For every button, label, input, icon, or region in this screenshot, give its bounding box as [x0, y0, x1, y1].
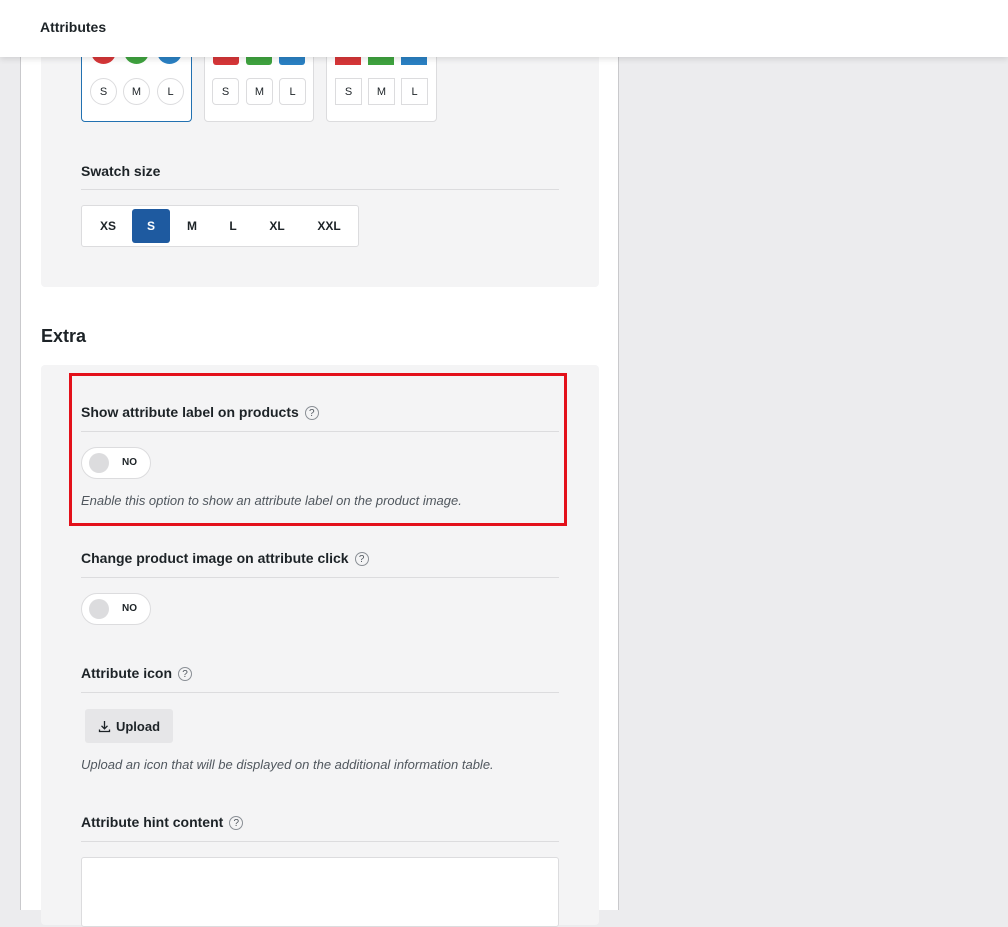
download-icon	[98, 720, 111, 732]
toggle-knob	[89, 599, 109, 619]
divider	[81, 577, 559, 578]
swatch-size-label: Swatch size	[81, 163, 161, 179]
show-label-toggle[interactable]: NO	[81, 447, 151, 479]
swatch-size-selector: XS S M L XL XXL	[81, 205, 359, 247]
size-chip: S	[90, 78, 117, 105]
help-icon[interactable]: ?	[354, 552, 369, 567]
size-chip: S	[335, 78, 362, 105]
toggle-state: NO	[122, 457, 137, 468]
help-icon[interactable]: ?	[304, 406, 319, 421]
change-image-field-label: Change product image on attribute click?	[81, 550, 369, 567]
extra-heading: Extra	[41, 326, 87, 346]
size-chip: S	[212, 78, 239, 105]
show-label-description: Enable this option to show an attribute …	[81, 493, 462, 508]
size-chip: L	[157, 78, 184, 105]
size-chip: L	[401, 78, 428, 105]
change-image-toggle[interactable]: NO	[81, 593, 151, 625]
size-chip: M	[368, 78, 395, 105]
size-chip: M	[123, 78, 150, 105]
help-icon[interactable]: ?	[229, 816, 244, 831]
divider	[81, 841, 559, 842]
attribute-icon-description: Upload an icon that will be displayed on…	[81, 757, 494, 772]
upload-label: Upload	[115, 718, 161, 734]
size-option-xl[interactable]: XL	[256, 209, 298, 243]
size-option-l[interactable]: L	[214, 209, 252, 243]
hint-content-text: Attribute hint content	[81, 814, 224, 830]
upload-button[interactable]: Upload	[85, 709, 173, 743]
size-chip: M	[246, 78, 273, 105]
hint-content-textarea[interactable]	[81, 857, 559, 927]
page-title: Attributes	[40, 19, 107, 35]
attribute-icon-text: Attribute icon	[81, 665, 172, 681]
size-option-xs[interactable]: XS	[86, 209, 130, 243]
size-option-m[interactable]: M	[173, 209, 211, 243]
toggle-knob	[89, 453, 109, 473]
attribute-icon-field-label: Attribute icon?	[81, 665, 192, 682]
top-bar: Attributes	[0, 0, 1008, 57]
divider	[81, 189, 559, 190]
toggle-state: NO	[122, 603, 137, 614]
page-background	[0, 0, 20, 910]
size-option-s[interactable]: S	[132, 209, 170, 243]
divider	[81, 431, 559, 432]
show-label-text: Show attribute label on products	[81, 404, 299, 420]
change-image-text: Change product image on attribute click	[81, 550, 349, 566]
show-label-field-label: Show attribute label on products?	[81, 404, 319, 421]
size-chip: L	[279, 78, 306, 105]
help-icon[interactable]: ?	[178, 667, 192, 682]
size-option-xxl[interactable]: XXL	[304, 209, 354, 243]
divider	[81, 692, 559, 693]
hint-content-field-label: Attribute hint content?	[81, 814, 244, 831]
